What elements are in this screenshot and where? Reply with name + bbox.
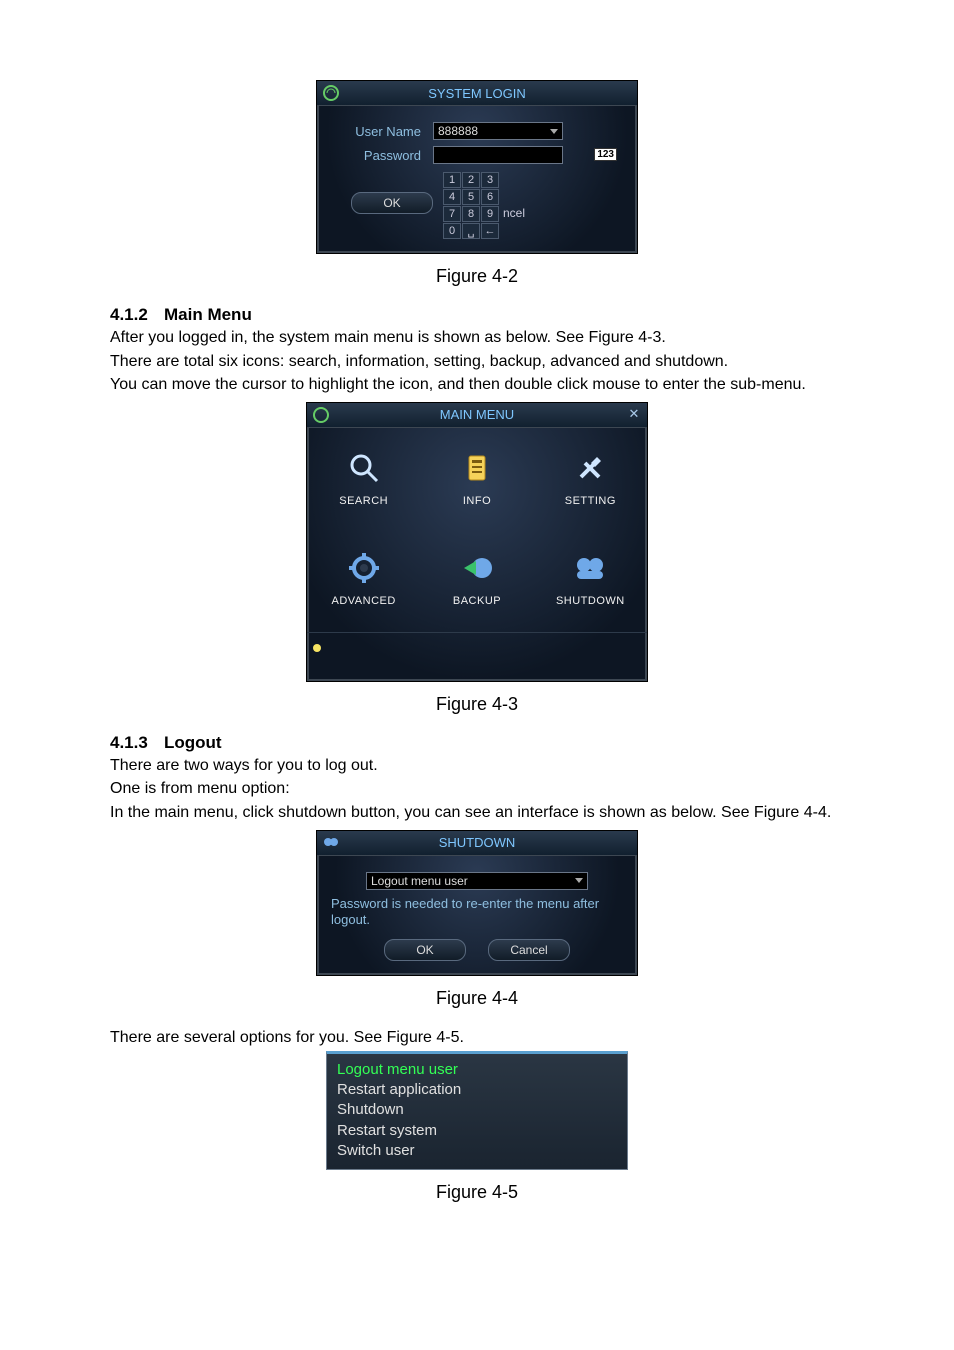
para-412-1: After you logged in, the system main men… [110,327,844,349]
keypad-1[interactable]: 1 [443,172,461,188]
keypad-7[interactable]: 7 [443,206,461,222]
menu-info[interactable]: INFO [420,428,533,528]
option-shutdown[interactable]: Shutdown [337,1100,617,1120]
shutdown-window: SHUTDOWN Logout menu user Password is ne… [316,830,638,977]
username-label: User Name [331,124,421,139]
backup-icon [458,549,496,587]
mainmenu-title: MAIN MENU [440,407,514,422]
shutdown-select[interactable]: Logout menu user [366,872,588,890]
para-412-3: You can move the cursor to highlight the… [110,374,844,396]
app-icon [311,405,331,425]
heading-4-1-2: 4.1.2Main Menu [110,305,844,325]
figure-4-3-caption: Figure 4-3 [110,694,844,715]
menu-shutdown[interactable]: SHUTDOWN [534,528,647,628]
menu-advanced[interactable]: ADVANCED [307,528,420,628]
shutdown-icon [571,549,609,587]
option-restart-system[interactable]: Restart system [337,1121,617,1141]
keypad-9[interactable]: 9 [481,206,499,222]
option-restart-app[interactable]: Restart application [337,1080,617,1100]
para-413-2: One is from menu option: [110,778,844,800]
close-icon[interactable]: ✕ [625,406,643,424]
heading-4-1-3: 4.1.3Logout [110,733,844,753]
keypad-2[interactable]: 2 [462,172,480,188]
shutdown-ok-button[interactable]: OK [384,939,466,961]
option-switch-user[interactable]: Switch user [337,1141,617,1161]
setting-icon [571,449,609,487]
figure-4-4-caption: Figure 4-4 [110,988,844,1009]
password-input[interactable] [433,146,563,164]
para-412-2: There are total six icons: search, infor… [110,351,844,373]
password-label: Password [331,148,421,163]
chevron-down-icon [550,129,558,134]
shutdown-titlebar: SHUTDOWN [317,831,637,856]
username-select[interactable]: 888888 [433,122,563,140]
shutdown-options-list[interactable]: Logout menu user Restart application Shu… [326,1051,628,1170]
ok-button[interactable]: OK [351,192,433,214]
keypad-8[interactable]: 8 [462,206,480,222]
login-title: SYSTEM LOGIN [428,86,526,101]
status-dot-icon [313,644,321,652]
main-menu-window: MAIN MENU ✕ SEARCH INFO SETTING ADVANCED [306,402,648,682]
chevron-down-icon [575,878,583,883]
cancel-fragment: ncel [503,206,525,220]
ime-badge[interactable]: 123 [594,148,617,161]
search-icon [345,449,383,487]
mainmenu-titlebar: MAIN MENU ✕ [307,403,647,428]
para-413-3: In the main menu, click shutdown button,… [110,802,844,824]
app-icon [321,83,341,103]
info-icon [458,449,496,487]
shutdown-select-value: Logout menu user [371,874,468,888]
shutdown-titlebar-icon [321,833,341,853]
figure-4-5-caption: Figure 4-5 [110,1182,844,1203]
mainmenu-grid: SEARCH INFO SETTING ADVANCED BACKUP SHUT… [307,428,647,628]
system-login-window: SYSTEM LOGIN User Name 888888 Password 1… [316,80,638,254]
shutdown-hint: Password is needed to re-enter the menu … [331,896,623,930]
figure-4-2-caption: Figure 4-2 [110,266,844,287]
keypad-3[interactable]: 3 [481,172,499,188]
menu-search[interactable]: SEARCH [307,428,420,528]
option-logout[interactable]: Logout menu user [337,1060,617,1080]
login-titlebar: SYSTEM LOGIN [317,81,637,106]
keypad-space[interactable]: ␣ [462,223,480,239]
menu-backup[interactable]: BACKUP [420,528,533,628]
keypad-6[interactable]: 6 [481,189,499,205]
shutdown-title: SHUTDOWN [439,835,516,850]
keypad-4[interactable]: 4 [443,189,461,205]
username-value: 888888 [438,124,478,138]
keypad-back[interactable]: ← [481,223,499,239]
para-after-44: There are several options for you. See F… [110,1027,844,1049]
shutdown-cancel-button[interactable]: Cancel [488,939,570,961]
keypad-5[interactable]: 5 [462,189,480,205]
mainmenu-statusbar [307,632,647,681]
keypad-0[interactable]: 0 [443,223,461,239]
menu-setting[interactable]: SETTING [534,428,647,528]
numeric-keypad[interactable]: 1 2 3 4 5 6 7 8 9 0 ␣ ← [443,172,499,239]
para-413-1: There are two ways for you to log out. [110,755,844,777]
gear-icon [345,549,383,587]
